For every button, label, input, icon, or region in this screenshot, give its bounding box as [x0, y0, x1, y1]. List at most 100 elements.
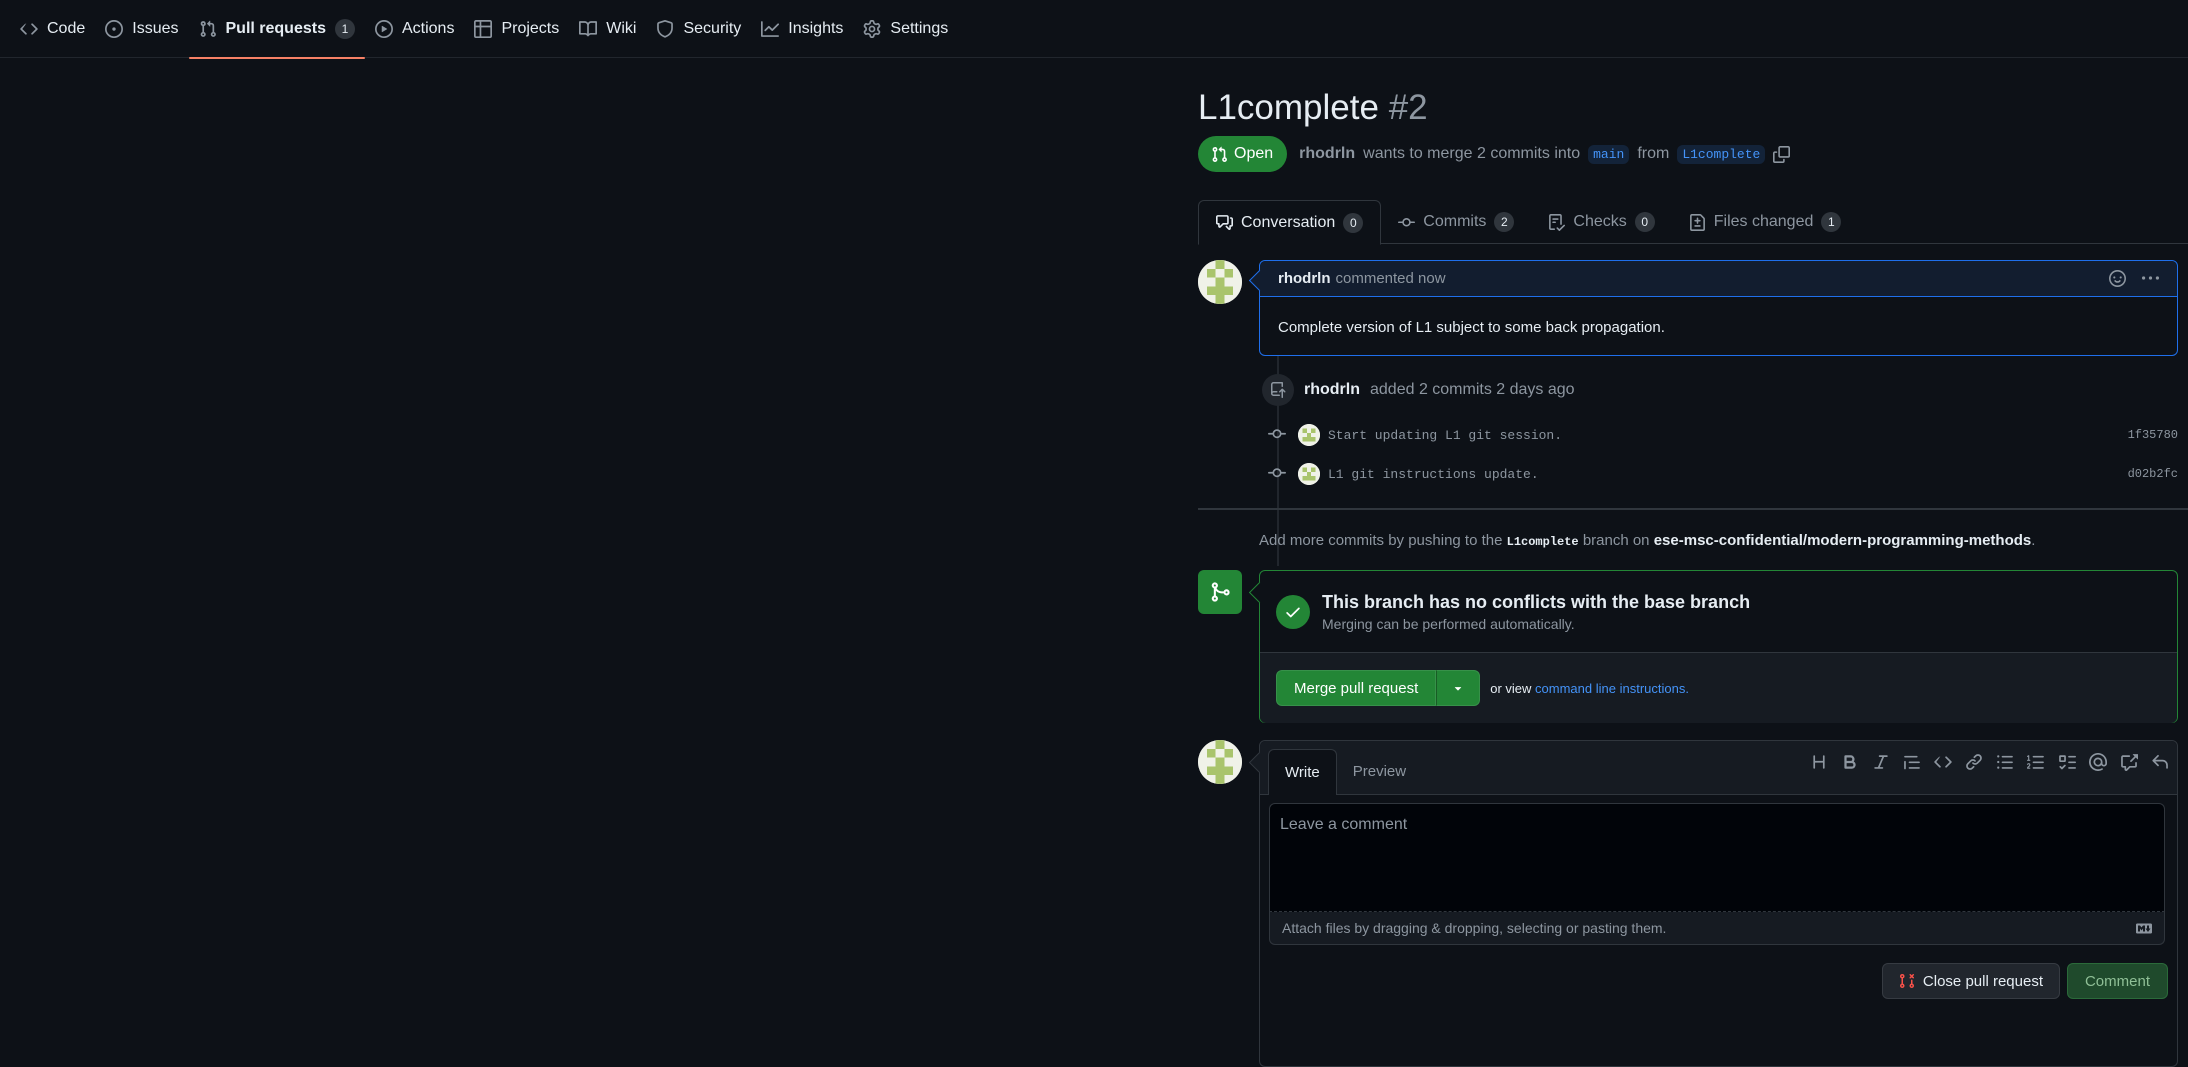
close-pull-request-label: Close pull request — [1922, 972, 2043, 990]
quote-icon[interactable] — [1903, 753, 1921, 771]
nav-security[interactable]: Security — [646, 0, 751, 58]
or-view-text: or view — [1490, 680, 1532, 696]
graph-icon — [761, 20, 780, 38]
nav-actions[interactable]: Actions — [365, 0, 464, 58]
tab-commits-count: 2 — [1494, 212, 1515, 232]
merge-pull-request-button[interactable]: Merge pull request — [1276, 670, 1437, 706]
push-hint-pre: Add more commits by pushing to the — [1259, 532, 1503, 549]
merge-method-dropdown[interactable] — [1436, 670, 1481, 706]
link-post: . — [1685, 680, 1689, 696]
close-pull-request-button[interactable]: Close pull request — [1881, 963, 2060, 999]
list-ordered-icon[interactable] — [2027, 753, 2045, 771]
reply-icon[interactable] — [2151, 753, 2169, 771]
nav-projects[interactable]: Projects — [464, 0, 569, 58]
nav-issues[interactable]: Issues — [95, 0, 188, 58]
nav-code[interactable]: Code — [10, 0, 95, 58]
comment-author[interactable]: rhodrln — [1278, 270, 1331, 287]
tab-commits[interactable]: Commits 2 — [1381, 200, 1531, 244]
bold-icon[interactable] — [1841, 753, 1859, 771]
tab-checks-label: Checks — [1573, 213, 1627, 230]
nav-wiki[interactable]: Wiki — [569, 0, 646, 58]
avatar[interactable] — [1298, 463, 1320, 485]
nav-wiki-label: Wiki — [606, 19, 637, 37]
tab-preview[interactable]: Preview — [1337, 749, 1422, 794]
push-hint: Add more commits by pushing to the L1com… — [1259, 532, 2035, 549]
merge-status-title: This branch has no conflicts with the ba… — [1322, 591, 1751, 612]
push-hint-branch: L1complete — [1506, 535, 1579, 549]
command-line-instructions-link[interactable]: command line instructions — [1535, 681, 1685, 696]
state-label: Open — [1234, 145, 1274, 162]
nav-code-label: Code — [47, 19, 86, 37]
cross-reference-icon[interactable] — [2120, 753, 2138, 771]
comment-button[interactable]: Comment — [2066, 963, 2168, 999]
merge-actions: Merge pull request or view command line … — [1260, 653, 2177, 723]
tasklist-icon[interactable] — [2058, 753, 2076, 771]
mention-icon[interactable] — [2089, 753, 2107, 771]
markdown-toolbar — [1810, 753, 2169, 771]
nav-pull-requests[interactable]: Pull requests 1 — [188, 0, 366, 59]
triangle-down-icon — [1451, 681, 1465, 695]
base-branch[interactable]: main — [1588, 144, 1630, 164]
pr-tabs: Conversation 0 Commits 2 Checks 0 Files … — [1198, 200, 2188, 245]
issue-icon — [105, 19, 124, 38]
tab-files-changed[interactable]: Files changed 1 — [1672, 200, 1859, 244]
avatar[interactable] — [1198, 260, 1242, 304]
avatar[interactable] — [1198, 740, 1242, 784]
commit-sha[interactable]: d02b2fc — [2128, 467, 2178, 481]
state-badge: Open — [1198, 136, 1288, 172]
from-text: from — [1637, 145, 1670, 162]
composer-header: Write Preview — [1260, 741, 2177, 795]
pull-request-icon — [199, 20, 217, 38]
italic-icon[interactable] — [1872, 753, 1890, 771]
nav-insights[interactable]: Insights — [751, 0, 853, 58]
pr-number: #2 — [1388, 88, 1428, 127]
tab-checks[interactable]: Checks 0 — [1531, 200, 1671, 244]
checklist-icon — [1548, 213, 1566, 231]
comment-meta[interactable]: commented now — [1336, 270, 1446, 287]
nav-insights-label: Insights — [788, 19, 844, 37]
list-unordered-icon[interactable] — [1996, 753, 2014, 771]
merge-text: wants to merge 2 commits into — [1363, 145, 1581, 162]
nav-settings[interactable]: Settings — [853, 0, 958, 58]
new-comment-form: Write Preview Leave a comment Attach fil… — [1259, 740, 2178, 1067]
merge-box: This branch has no conflicts with the ba… — [1259, 570, 2178, 723]
nav-security-label: Security — [683, 19, 742, 37]
markdown-icon[interactable] — [2136, 923, 2152, 934]
check-icon — [1276, 594, 1310, 629]
comment-header: rhodrln commented now — [1260, 261, 2177, 297]
git-merge-icon — [1198, 570, 1242, 614]
tab-conversation-label: Conversation — [1241, 213, 1336, 231]
nav-pull-requests-label: Pull requests — [225, 19, 326, 37]
nav-issues-label: Issues — [132, 19, 179, 37]
code-icon — [20, 20, 38, 38]
commit-row: L1 git instructions update. d02b2fc — [1268, 462, 2178, 486]
commit-message[interactable]: Start updating L1 git session. — [1328, 428, 1562, 443]
pr-author-link[interactable]: rhodrln — [1299, 145, 1355, 163]
kebab-menu-icon[interactable] — [2142, 270, 2159, 287]
commit-sha[interactable]: 1f35780 — [2128, 428, 2178, 442]
smiley-icon[interactable] — [2109, 270, 2126, 287]
copy-icon[interactable] — [1773, 145, 1791, 163]
attach-files-bar[interactable]: Attach files by dragging & dropping, sel… — [1269, 912, 2165, 945]
file-diff-icon — [1689, 213, 1706, 231]
commit-icon — [1268, 425, 1288, 445]
timeline-break — [1198, 508, 2188, 510]
commits-added-event: rhodrln added 2 commits 2 days ago — [1262, 374, 1575, 406]
avatar[interactable] — [1298, 424, 1320, 446]
event-author[interactable]: rhodrln — [1304, 381, 1360, 399]
nav-settings-label: Settings — [890, 19, 949, 37]
tab-write[interactable]: Write — [1268, 749, 1337, 795]
push-hint-repo[interactable]: ese-msc-confidential/modern-programming-… — [1654, 532, 2032, 549]
repo-nav: Code Issues Pull requests 1 Actions Proj… — [0, 0, 2188, 59]
head-branch[interactable]: L1complete — [1677, 144, 1766, 164]
tab-conversation[interactable]: Conversation 0 — [1198, 200, 1382, 245]
link-icon[interactable] — [1965, 753, 1983, 771]
merge-status-subtitle: Merging can be performed automatically. — [1322, 615, 1575, 632]
code-icon[interactable] — [1934, 753, 1952, 771]
repo-push-icon — [1262, 374, 1294, 406]
commit-message[interactable]: L1 git instructions update. — [1328, 467, 1539, 482]
tab-files-changed-count: 1 — [1821, 212, 1842, 232]
comment-textarea[interactable]: Leave a comment — [1269, 803, 2165, 912]
pr-title: L1complete #2 — [1198, 88, 1428, 128]
heading-icon[interactable] — [1810, 753, 1828, 771]
